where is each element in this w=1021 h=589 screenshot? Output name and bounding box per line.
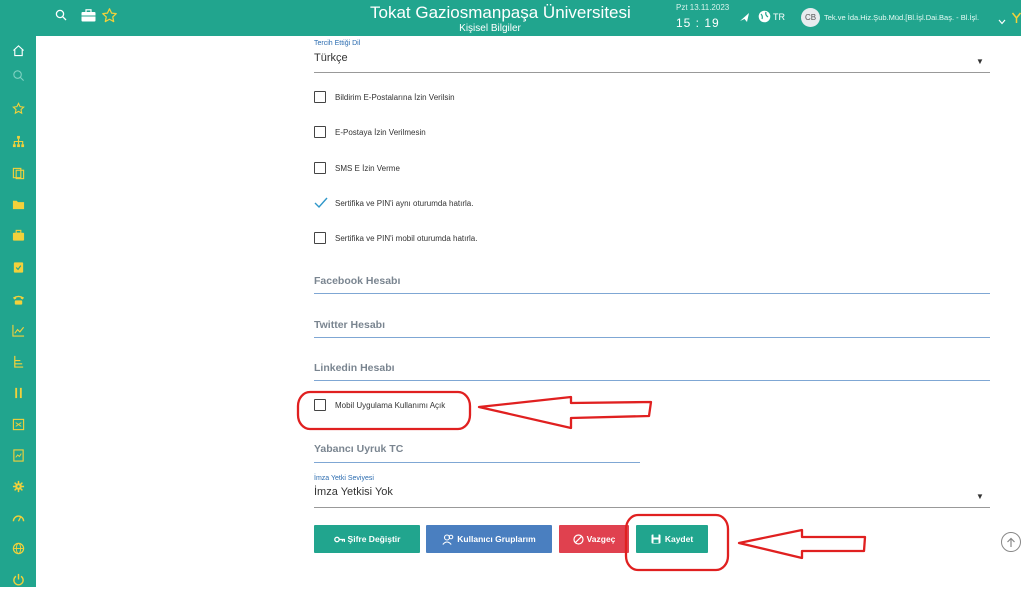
gear-icon[interactable] <box>0 476 36 496</box>
checkbox-label: Sertifika ve PIN'i aynı oturumda hatırla… <box>335 198 474 208</box>
clipboard-icon[interactable] <box>0 257 36 277</box>
chart-line-icon[interactable] <box>0 320 36 340</box>
language-select-label: Tercih Ettiği Dil <box>314 40 361 47</box>
checkbox-remember-pin-session[interactable]: Sertifika ve PIN'i aynı oturumda hatırla… <box>314 197 473 209</box>
signature-select-underline <box>314 507 990 508</box>
home-icon[interactable] <box>0 40 36 60</box>
app-title: Tokat Gaziosmanpaşa Üniversitesi <box>370 3 631 22</box>
star-icon[interactable] <box>0 98 36 118</box>
page-subtitle: Kişisel Bilgiler <box>459 23 521 34</box>
annotation-arrow-save <box>737 528 867 560</box>
star-icon[interactable] <box>101 7 118 24</box>
briefcase-icon[interactable] <box>0 225 36 245</box>
checkbox-email-disallow[interactable]: E-Postaya İzin Verilmesin <box>314 126 426 138</box>
chevron-down-icon[interactable]: ▼ <box>976 492 984 501</box>
inbox-icon[interactable] <box>0 414 36 434</box>
date-text: Pzt 13.11.2023 <box>676 3 730 12</box>
search-icon[interactable] <box>55 9 67 21</box>
bars-icon[interactable] <box>0 382 36 402</box>
foreign-tc-field-underline <box>314 462 640 463</box>
facebook-field-underline <box>314 293 990 294</box>
checkbox-label: Bildirim E-Postalarına İzin Verilsin <box>335 92 455 102</box>
twitter-field[interactable]: Twitter Hesabı <box>314 319 385 331</box>
save-label: Kaydet <box>664 534 694 544</box>
save-button[interactable]: Kaydet <box>636 525 708 553</box>
bell-icon[interactable] <box>738 11 751 29</box>
copy-icon[interactable] <box>0 163 36 183</box>
chevron-down-icon[interactable] <box>998 12 1006 30</box>
floppy-icon <box>651 534 661 544</box>
language-selector[interactable]: TR <box>773 12 785 22</box>
time-text: 15 : 19 <box>676 16 720 30</box>
scroll-top-button[interactable] <box>1001 532 1021 552</box>
org-chart-icon[interactable] <box>0 131 36 151</box>
cancel-label: Vazgeç <box>586 534 616 544</box>
checkbox[interactable] <box>314 399 326 411</box>
checkbox-sms[interactable]: SMS E İzin Verme <box>314 162 400 174</box>
checkbox-label: E-Postaya İzin Verilmesin <box>335 127 426 137</box>
hierarchy-icon[interactable] <box>0 351 36 371</box>
sidebar <box>0 36 36 587</box>
checkbox[interactable] <box>314 162 326 174</box>
signature-select[interactable]: İmza Yetkisi Yok <box>314 486 393 498</box>
checkbox-label: Mobil Uygulama Kullanımı Açık <box>335 400 446 410</box>
key-icon <box>333 535 345 544</box>
checkbox-label: SMS E İzin Verme <box>335 163 400 173</box>
folder-icon[interactable] <box>0 194 36 214</box>
signature-select-label: İmza Yetki Seviyesi <box>314 475 374 482</box>
checkbox-email-notifications[interactable]: Bildirim E-Postalarına İzin Verilsin <box>314 91 455 103</box>
annotation-arrow-mobile-checkbox <box>477 395 653 430</box>
user-role-text[interactable]: Tek.ve İda.Hiz.Şub.Müd.[Bl.İşl.Dai.Baş. … <box>824 13 979 22</box>
change-password-button[interactable]: Şifre Değiştir <box>314 525 420 553</box>
change-password-label: Şifre Değiştir <box>347 534 401 544</box>
cancel-button[interactable]: Vazgeç <box>559 525 629 553</box>
checkbox-mobile-app[interactable]: Mobil Uygulama Kullanımı Açık <box>314 399 445 411</box>
globe-icon[interactable] <box>758 10 771 28</box>
twitter-field-underline <box>314 337 990 338</box>
chevron-down-icon[interactable]: ▼ <box>976 57 984 66</box>
language-select[interactable]: Türkçe <box>314 52 348 64</box>
filter-icon[interactable] <box>1011 11 1021 29</box>
globe-icon[interactable] <box>0 538 36 558</box>
top-bar: Tokat Gaziosmanpaşa Üniversitesi Kişisel… <box>0 0 1021 36</box>
linkedin-field[interactable]: Linkedin Hesabı <box>314 362 395 374</box>
avatar[interactable]: CB <box>801 8 820 27</box>
search-icon[interactable] <box>0 65 36 85</box>
foreign-tc-field[interactable]: Yabancı Uyruk TC <box>314 443 403 455</box>
checkbox[interactable] <box>314 91 326 103</box>
ban-icon <box>572 533 584 545</box>
checkbox-label: Sertifika ve PIN'i mobil oturumda hatırl… <box>335 233 478 243</box>
briefcase-icon[interactable] <box>81 9 96 22</box>
language-select-underline <box>314 72 990 73</box>
power-icon[interactable] <box>0 569 36 589</box>
gauge-icon[interactable] <box>0 507 36 527</box>
user-groups-label: Kullanıcı Gruplarım <box>457 534 536 544</box>
checkbox[interactable] <box>314 126 326 138</box>
facebook-field[interactable]: Facebook Hesabı <box>314 275 400 287</box>
checkbox[interactable] <box>314 232 326 244</box>
check-icon[interactable] <box>314 197 328 209</box>
phone-icon[interactable] <box>0 289 36 309</box>
arrow-up-icon <box>1006 537 1016 548</box>
linkedin-field-underline <box>314 380 990 381</box>
users-icon <box>442 533 454 545</box>
checkbox-remember-pin-mobile[interactable]: Sertifika ve PIN'i mobil oturumda hatırl… <box>314 232 477 244</box>
user-groups-button[interactable]: Kullanıcı Gruplarım <box>426 525 552 553</box>
document-icon[interactable] <box>0 445 36 465</box>
